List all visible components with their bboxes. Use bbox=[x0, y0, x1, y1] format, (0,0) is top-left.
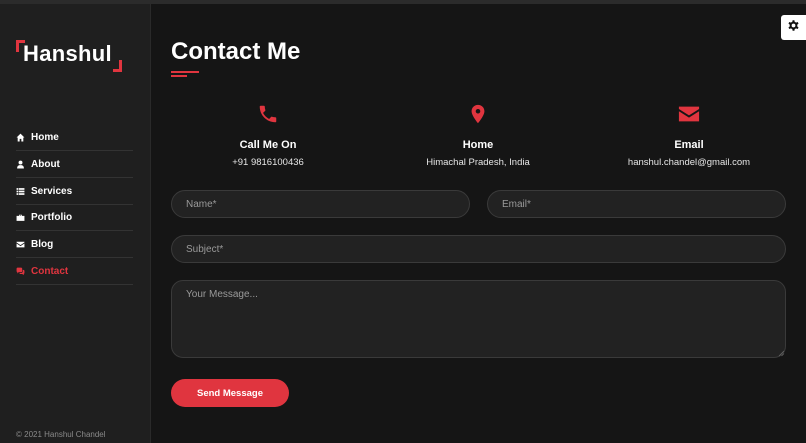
contact-card-email: Email hanshul.chandel@gmail.com bbox=[589, 103, 789, 168]
briefcase-icon bbox=[16, 213, 25, 222]
title-underline bbox=[171, 71, 199, 73]
envelope-icon bbox=[16, 240, 25, 249]
sidebar-item-label: Portfolio bbox=[31, 212, 73, 224]
sidebar-item-contact[interactable]: Contact bbox=[16, 259, 133, 285]
name-input[interactable] bbox=[171, 190, 470, 218]
sidebar-item-label: About bbox=[31, 158, 60, 170]
resize-handle-icon[interactable] bbox=[778, 350, 785, 357]
home-location: Himachal Pradesh, India bbox=[426, 157, 530, 168]
contact-title: Call Me On bbox=[239, 139, 297, 151]
logo-text: Hanshul bbox=[23, 41, 112, 66]
copyright-footer: © 2021 Hanshul Chandel bbox=[16, 430, 106, 439]
sidebar-item-label: Home bbox=[31, 132, 59, 143]
comments-icon bbox=[16, 267, 25, 276]
send-message-button[interactable]: Send Message bbox=[171, 379, 289, 407]
list-icon bbox=[16, 187, 25, 196]
contact-card-phone: Call Me On +91 9816100436 bbox=[168, 103, 368, 168]
message-textarea[interactable] bbox=[171, 280, 786, 358]
phone-icon bbox=[168, 103, 368, 127]
user-icon bbox=[16, 160, 25, 169]
sidebar-item-label: Blog bbox=[31, 239, 54, 251]
gear-icon bbox=[787, 19, 800, 37]
sidebar-item-portfolio[interactable]: Portfolio bbox=[16, 205, 133, 232]
phone-number[interactable]: +91 9816100436 bbox=[168, 157, 368, 168]
sidebar-item-blog[interactable]: Blog bbox=[16, 232, 133, 259]
contact-title: Home bbox=[462, 139, 494, 151]
home-icon bbox=[16, 133, 25, 142]
sidebar-item-label: Contact bbox=[31, 265, 69, 277]
email-input[interactable] bbox=[487, 190, 786, 218]
sidebar-item-home[interactable]: Home bbox=[16, 125, 133, 151]
title-underline-short bbox=[171, 75, 187, 77]
map-marker-icon bbox=[378, 103, 578, 127]
sidebar-nav: Home About Services Portfolio Blog Conta… bbox=[16, 125, 133, 286]
subject-input[interactable] bbox=[171, 235, 786, 263]
sidebar-item-services[interactable]: Services bbox=[16, 179, 133, 205]
sidebar-item-about[interactable]: About bbox=[16, 152, 133, 178]
contact-title: Email bbox=[674, 139, 704, 151]
main-content bbox=[151, 4, 806, 443]
contact-card-home: Home Himachal Pradesh, India bbox=[378, 103, 578, 168]
envelope-icon bbox=[589, 103, 789, 127]
settings-button[interactable] bbox=[781, 15, 806, 40]
email-address[interactable]: hanshul.chandel@gmail.com bbox=[589, 157, 789, 168]
logo[interactable]: Hanshul bbox=[16, 40, 122, 72]
sidebar-item-label: Services bbox=[31, 185, 73, 197]
page-title: Contact Me bbox=[171, 38, 301, 65]
sidebar: Hanshul Home About Services Portfolio Bl… bbox=[0, 4, 151, 443]
logo-corner-bottom-right bbox=[113, 60, 122, 72]
